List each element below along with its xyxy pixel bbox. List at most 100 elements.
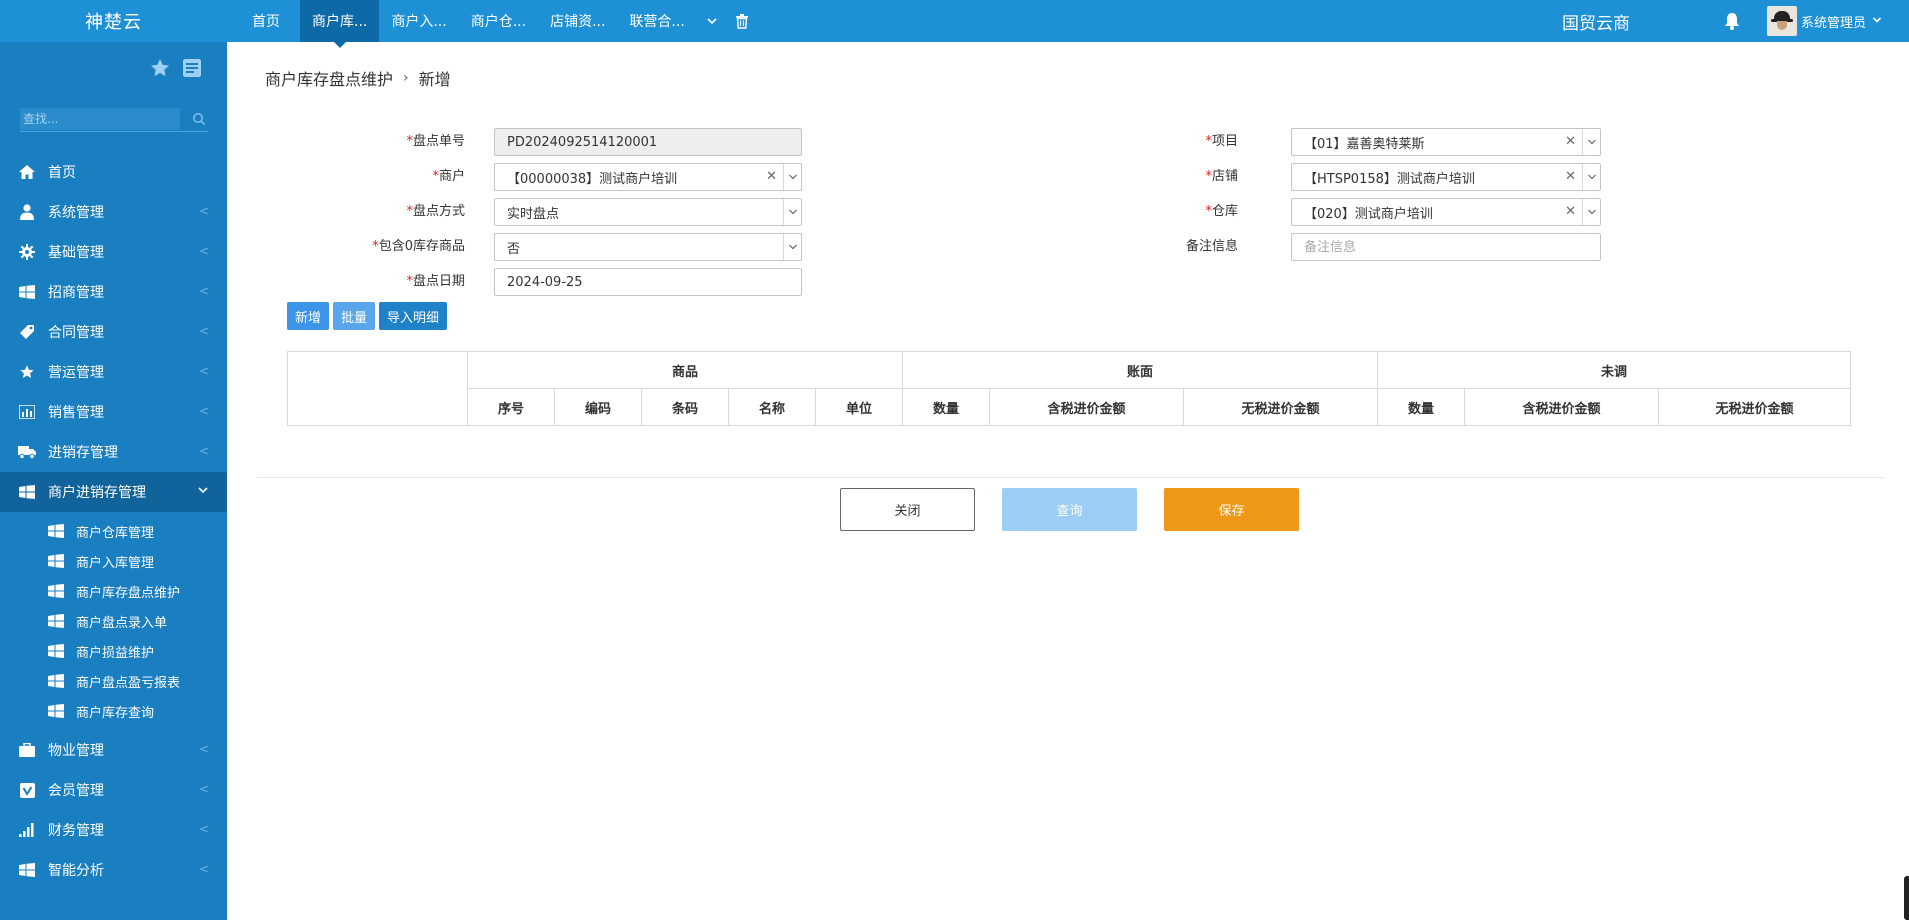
column-header-name[interactable]: 名称 [728, 388, 816, 426]
method-select[interactable]: 实时盘点 [494, 198, 802, 226]
column-header-book-tax-amount[interactable]: 含税进价金额 [989, 388, 1184, 426]
star-icon [18, 363, 36, 381]
date-field[interactable]: 2024-09-25 [494, 268, 802, 296]
sidebar-subitem-inventory-count[interactable]: 商户库存盘点维护 [0, 576, 227, 606]
sidebar-item-investment[interactable]: 招商管理 < [0, 272, 227, 312]
chevron-down-icon[interactable] [1582, 164, 1600, 190]
chevron-down-icon[interactable] [697, 0, 727, 42]
project-select[interactable]: 【01】嘉善奥特莱斯 ✕ [1291, 128, 1601, 156]
column-header-barcode[interactable]: 条码 [641, 388, 729, 426]
sidebar-item-system[interactable]: 系统管理 < [0, 192, 227, 232]
trash-icon[interactable] [727, 0, 757, 42]
tab-shop-info[interactable]: 店铺资... [538, 0, 617, 42]
sidebar-subitem-label: 商户盘点盈亏报表 [76, 675, 181, 691]
sidebar-subitem-label: 商户仓库管理 [76, 525, 155, 541]
table-group-goods: 商品 [467, 351, 903, 389]
sidebar-item-basic[interactable]: 基础管理 < [0, 232, 227, 272]
tab-merchant-inventory-count[interactable]: 商户库... [300, 0, 380, 48]
sidebar-item-home[interactable]: 首页 [0, 152, 227, 192]
chevron-down-icon[interactable] [1582, 199, 1600, 225]
chevron-down-icon[interactable] [783, 164, 801, 190]
windows-icon [18, 861, 36, 879]
tab-merchant-inbound[interactable]: 商户入... [379, 0, 458, 42]
column-header-seq[interactable]: 序号 [467, 388, 555, 426]
add-button[interactable]: 新增 [287, 302, 330, 330]
clear-icon[interactable]: ✕ [1565, 204, 1576, 219]
star-icon[interactable] [148, 56, 172, 80]
notes-icon[interactable] [180, 56, 204, 80]
brand-logo: 神楚云 [85, 12, 142, 33]
sidebar-subitem-count-report[interactable]: 商户盘点盈亏报表 [0, 666, 227, 696]
breadcrumb-parent[interactable]: 商户库存盘点维护 [265, 66, 393, 90]
column-header-adjust-qty[interactable]: 数量 [1377, 388, 1465, 426]
sidebar-subitem-profit-loss[interactable]: 商户损益维护 [0, 636, 227, 666]
search-icon[interactable] [192, 112, 206, 126]
column-header-book-notax-amount[interactable]: 无税进价金额 [1183, 388, 1378, 426]
scroll-edge-marker [1904, 876, 1909, 920]
tab-home[interactable]: 首页 [240, 0, 300, 42]
breadcrumb: 商户库存盘点维护 › 新增 [265, 66, 451, 90]
import-detail-button[interactable]: 导入明细 [379, 302, 448, 330]
user-menu[interactable]: 系统管理员 [1767, 6, 1882, 36]
column-header-code[interactable]: 编码 [554, 388, 642, 426]
footer-buttons: 关闭 查询 保存 [840, 488, 1299, 531]
tab-merchant-warehouse[interactable]: 商户仓... [459, 0, 538, 42]
sidebar-item-contract[interactable]: 合同管理 < [0, 312, 227, 352]
sidebar-subitem-warehouse[interactable]: 商户仓库管理 [0, 516, 227, 546]
sidebar-item-label: 会员管理 [48, 783, 104, 799]
sidebar-item-inventory[interactable]: 进销存管理 < [0, 432, 227, 472]
chevron-left-icon: < [198, 444, 209, 458]
shop-label: *店铺 [1205, 169, 1238, 184]
sidebar-item-sales[interactable]: 销售管理 < [0, 392, 227, 432]
warehouse-value: 【020】测试商户培训 [1304, 206, 1433, 222]
merchant-select[interactable]: 【00000038】测试商户培训 ✕ [494, 163, 802, 191]
save-button[interactable]: 保存 [1164, 488, 1299, 531]
detail-table: 商品 账面 未调 序号 编码 条码 名称 单位 数量 含税进价金额 无税进价金额… [287, 351, 1851, 426]
clear-icon[interactable]: ✕ [1565, 134, 1576, 149]
bar-chart-icon [18, 403, 36, 421]
sidebar-item-operations[interactable]: 营运管理 < [0, 352, 227, 392]
sidebar-item-member[interactable]: 会员管理 < [0, 770, 227, 810]
sidebar-item-merchant-inventory[interactable]: 商户进销存管理 [0, 472, 227, 512]
sidebar-item-analytics[interactable]: 智能分析 < [0, 850, 227, 890]
query-button[interactable]: 查询 [1002, 488, 1137, 531]
signal-icon [18, 821, 36, 839]
sidebar-item-label: 首页 [48, 165, 76, 181]
sidebar-subitem-count-entry[interactable]: 商户盘点录入单 [0, 606, 227, 636]
include-zero-label: *包含0库存商品 [372, 239, 465, 254]
chevron-down-icon[interactable] [783, 234, 801, 260]
batch-button[interactable]: 批量 [333, 302, 376, 330]
chevron-left-icon: < [198, 324, 209, 338]
chevron-down-icon[interactable] [783, 199, 801, 225]
merchant-value: 【00000038】测试商户培训 [507, 171, 678, 187]
column-header-adjust-notax-amount[interactable]: 无税进价金额 [1658, 388, 1851, 426]
sidebar-item-property[interactable]: 物业管理 < [0, 730, 227, 770]
column-header-adjust-tax-amount[interactable]: 含税进价金额 [1464, 388, 1659, 426]
shop-select[interactable]: 【HTSP0158】测试商户培训 ✕ [1291, 163, 1601, 191]
chevron-left-icon: < [198, 782, 209, 796]
chevron-left-icon: < [198, 284, 209, 298]
clear-icon[interactable]: ✕ [766, 169, 777, 184]
remark-input[interactable] [1304, 239, 1600, 255]
close-button[interactable]: 关闭 [840, 488, 975, 531]
top-bar: 神楚云 首页 商户库... 商户入... 商户仓... 店铺资... 联营合..… [0, 0, 1909, 48]
method-value: 实时盘点 [507, 206, 560, 222]
column-header-book-qty[interactable]: 数量 [902, 388, 990, 426]
sidebar-item-label: 物业管理 [48, 743, 104, 759]
sidebar-subitem-inventory-query[interactable]: 商户库存查询 [0, 696, 227, 726]
chevron-down-icon[interactable] [1582, 129, 1600, 155]
sidebar-item-label: 财务管理 [48, 823, 104, 839]
sidebar-subitem-inbound[interactable]: 商户入库管理 [0, 546, 227, 576]
chevron-left-icon: < [198, 244, 209, 258]
include-zero-select[interactable]: 否 [494, 233, 802, 261]
warehouse-select[interactable]: 【020】测试商户培训 ✕ [1291, 198, 1601, 226]
sidebar-item-finance[interactable]: 财务管理 < [0, 810, 227, 850]
remark-field[interactable] [1291, 233, 1601, 261]
column-header-unit[interactable]: 单位 [815, 388, 903, 426]
remark-label: 备注信息 [1185, 239, 1238, 254]
clear-icon[interactable]: ✕ [1565, 169, 1576, 184]
windows-icon [48, 674, 64, 688]
bell-icon[interactable] [1722, 11, 1742, 31]
tab-joint-contract[interactable]: 联营合... [617, 0, 696, 42]
search-input[interactable] [20, 108, 180, 130]
